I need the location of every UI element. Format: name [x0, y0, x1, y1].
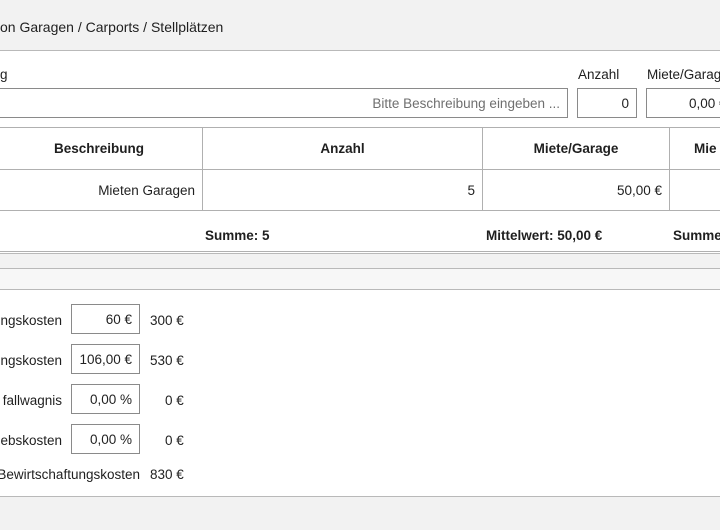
cost-input[interactable]: 60 €: [71, 304, 140, 334]
cost-input[interactable]: 106,00 €: [71, 344, 140, 374]
cost-label: ngskosten: [0, 313, 62, 328]
cost-input[interactable]: 0,00 %: [71, 384, 140, 414]
cost-input-value: 0,00 %: [89, 431, 132, 447]
count-label: Anzahl: [578, 67, 620, 82]
column-header-rent[interactable]: Miete/Garage: [483, 127, 670, 170]
total-label: Bewirtschaftungskosten: [0, 467, 140, 482]
column-header-description[interactable]: Beschreibung: [0, 127, 203, 170]
cost-input[interactable]: 0,00 %: [71, 424, 140, 454]
cost-input-value: 0,00 %: [89, 391, 132, 407]
cost-input-value: 60 €: [105, 311, 132, 327]
cost-input-value: 106,00 €: [79, 351, 132, 367]
cost-label: ngskosten: [0, 353, 62, 368]
total-value: 830 €: [150, 467, 184, 482]
summary-rent-mean: Mittelwert: 50,00 €: [486, 228, 603, 243]
count-value: 0: [621, 95, 629, 111]
table-row-rent[interactable]: 50,00 €: [483, 170, 670, 211]
column-header-extra[interactable]: Mie: [670, 127, 720, 170]
summary-count: Summe: 5: [205, 228, 270, 243]
section-header-bar: [0, 268, 720, 290]
rent-input[interactable]: 0,00 €: [646, 88, 720, 118]
cost-label: ebskosten: [0, 433, 62, 448]
summary-divider: [0, 251, 720, 252]
cost-result: 0 €: [165, 393, 184, 408]
cost-label: fallwagnis: [2, 393, 62, 408]
description-label: g: [0, 67, 8, 82]
rent-value: 0,00 €: [689, 95, 720, 111]
count-input[interactable]: 0: [577, 88, 637, 118]
section-title: on Garagen / Carports / Stellplätzen: [0, 19, 224, 35]
cost-result: 530 €: [150, 353, 184, 368]
summary-extra: Summe: [673, 228, 720, 243]
description-placeholder: Bitte Beschreibung eingeben ...: [372, 95, 560, 111]
description-input[interactable]: Bitte Beschreibung eingeben ...: [0, 88, 568, 118]
cost-result: 0 €: [165, 433, 184, 448]
table-row-description[interactable]: Mieten Garagen: [0, 170, 203, 211]
column-header-extra-label: Mie: [694, 141, 717, 156]
rent-label: Miete/Garag: [647, 67, 720, 82]
column-header-count[interactable]: Anzahl: [203, 127, 483, 170]
table-row-extra[interactable]: [670, 170, 720, 211]
cost-result: 300 €: [150, 313, 184, 328]
table-row-count[interactable]: 5: [203, 170, 483, 211]
